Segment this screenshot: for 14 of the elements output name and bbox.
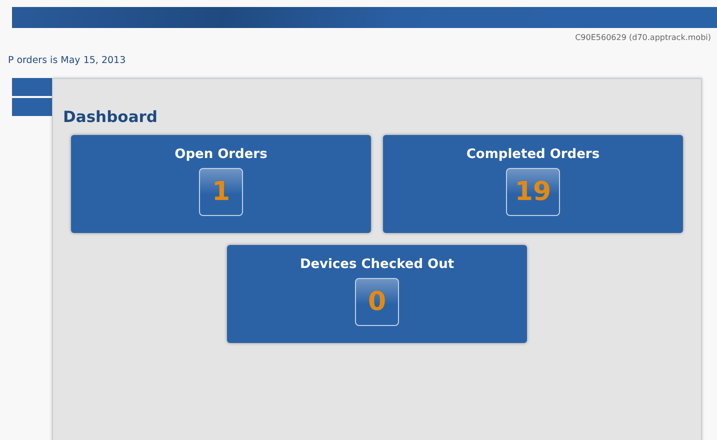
count-badge: 0	[355, 278, 399, 326]
tile-label: Open Orders	[174, 147, 268, 162]
notice-text: P orders is May 15, 2013	[7, 54, 127, 68]
device-id: C90E560629 (d70.apptrack.mobi)	[575, 33, 711, 44]
stat-tile[interactable]: Open Orders 1	[71, 135, 371, 233]
stat-tile[interactable]: Completed Orders 19	[383, 135, 683, 233]
menu-bar[interactable]	[12, 98, 52, 116]
count-badge: 1	[199, 168, 243, 216]
menu-bar[interactable]	[12, 78, 52, 96]
tile-label: Completed Orders	[466, 147, 600, 162]
tile-label: Devices Checked Out	[300, 257, 454, 272]
dashboard-title: Dashboard	[63, 108, 158, 126]
count-badge: 19	[506, 168, 560, 216]
stat-tile[interactable]: Devices Checked Out 0	[227, 245, 527, 343]
